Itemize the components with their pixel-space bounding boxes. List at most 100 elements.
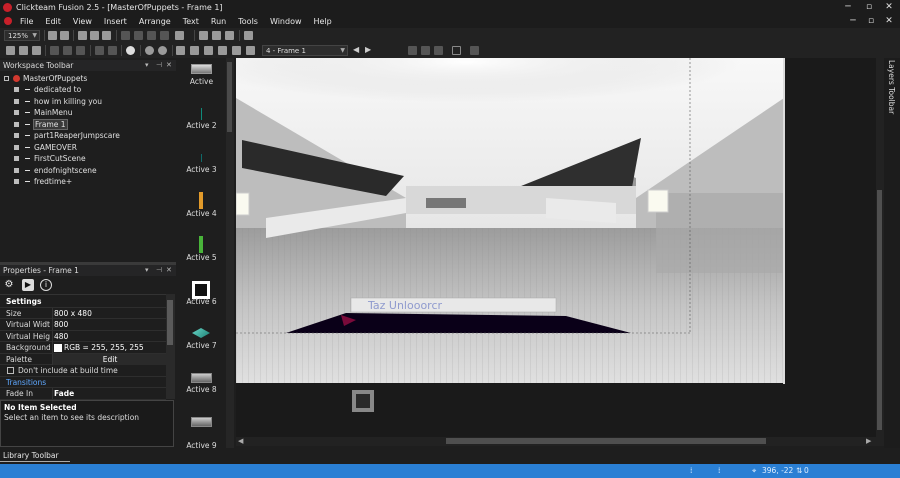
property-row[interactable]: Palette Edit xyxy=(0,353,166,365)
property-row[interactable]: Virtual Height480 xyxy=(0,330,166,342)
dropdown-icon[interactable]: ▾ xyxy=(145,265,149,276)
layers-toolbar-tab[interactable]: Layers Toolbar xyxy=(884,58,900,448)
save-icon[interactable] xyxy=(32,46,41,55)
frame-editor-icon[interactable] xyxy=(190,46,199,55)
vertical-scroll-thumb[interactable] xyxy=(877,190,882,430)
expand-icon[interactable] xyxy=(14,179,19,184)
gear-icon[interactable]: ⚙ xyxy=(3,279,15,291)
align-right-icon[interactable] xyxy=(225,31,234,40)
undo-icon[interactable] xyxy=(95,46,104,55)
expand-icon[interactable] xyxy=(14,110,19,115)
property-row[interactable]: Fade In Fade xyxy=(0,388,166,400)
property-row[interactable]: Virtual Width 800 xyxy=(0,319,166,331)
info-icon[interactable]: i xyxy=(40,279,52,291)
font-icon[interactable] xyxy=(160,31,169,40)
tree-item-frame[interactable]: MainMenu xyxy=(0,107,176,118)
tree-item-frame[interactable]: FirstCutScene xyxy=(0,153,176,164)
properties-scroll-thumb[interactable] xyxy=(167,300,173,345)
bold-icon[interactable] xyxy=(121,31,130,40)
layout-4-icon[interactable] xyxy=(452,46,461,55)
menu-text[interactable]: Text xyxy=(177,17,205,26)
palette-item[interactable]: Active 7 xyxy=(179,322,224,366)
expand-icon[interactable] xyxy=(14,167,19,173)
expand-icon[interactable] xyxy=(14,144,19,150)
layout-3-icon[interactable] xyxy=(434,46,443,55)
frame-select[interactable]: 4 - Frame 1 ▼ xyxy=(262,45,348,56)
new-file-icon[interactable] xyxy=(6,46,15,55)
prev-frame-icon[interactable]: ◀ xyxy=(353,45,359,54)
horizontal-scroll-thumb[interactable] xyxy=(446,438,766,444)
expand-icon[interactable] xyxy=(14,121,19,127)
property-row[interactable]: Size 800 x 480 xyxy=(0,307,166,319)
align-icon[interactable] xyxy=(175,31,184,40)
snap-icon[interactable] xyxy=(90,31,99,40)
align-center-icon[interactable] xyxy=(212,31,221,40)
menu-insert[interactable]: Insert xyxy=(98,17,133,26)
tree-item-frame[interactable]: part1ReaperJumpscare xyxy=(0,130,176,141)
minimize-button[interactable]: ─ xyxy=(837,0,859,14)
expand-icon[interactable] xyxy=(14,87,19,92)
maximize-button[interactable]: ▫ xyxy=(858,0,880,14)
data-elements-icon[interactable] xyxy=(232,46,241,55)
storyboard-icon[interactable] xyxy=(176,46,185,55)
palette-item[interactable]: Active 5 xyxy=(179,234,224,278)
palette-item[interactable]: Active 4 xyxy=(179,190,224,234)
palette-item[interactable]: Active 6 xyxy=(179,278,224,322)
scroll-left-icon[interactable]: ◀ xyxy=(238,437,243,445)
palette-item[interactable]: Active 9 xyxy=(179,410,224,454)
menu-run[interactable]: Run xyxy=(205,17,232,26)
menu-tools[interactable]: Tools xyxy=(232,17,264,26)
menu-arrange[interactable]: Arrange xyxy=(133,17,177,26)
close-button[interactable]: ✕ xyxy=(878,0,900,14)
pin-icon[interactable]: ⊣ xyxy=(156,60,162,71)
tree-item-frame[interactable]: endofnightscene xyxy=(0,165,176,176)
tree-item-frame[interactable]: GAMEOVER xyxy=(0,142,176,153)
tree-item-frame-selected[interactable]: Frame 1 xyxy=(0,118,176,130)
collapse-icon[interactable] xyxy=(4,76,9,81)
open-folder-icon[interactable] xyxy=(19,46,28,55)
redo-icon[interactable] xyxy=(108,46,117,55)
cut-icon[interactable] xyxy=(50,46,59,55)
underline-icon[interactable] xyxy=(147,31,156,40)
menu-edit[interactable]: Edit xyxy=(39,17,67,26)
dropdown-icon[interactable]: ▾ xyxy=(145,60,149,71)
help-icon[interactable] xyxy=(126,46,135,55)
run-frame-icon[interactable]: ▶ xyxy=(22,279,34,291)
offframe-object[interactable] xyxy=(352,390,374,412)
menu-view[interactable]: View xyxy=(67,17,98,26)
color-swatch[interactable] xyxy=(54,344,62,352)
pin-icon[interactable]: ⊣ xyxy=(156,265,162,276)
search-icon[interactable] xyxy=(244,31,253,40)
mdi-close-button[interactable]: ✕ xyxy=(878,14,900,28)
grid-icon[interactable] xyxy=(78,31,87,40)
copy-icon[interactable] xyxy=(63,46,72,55)
frame-editor[interactable]: Taz Unlooorcr xyxy=(236,58,876,437)
layout-1-icon[interactable] xyxy=(408,46,417,55)
properties-icon[interactable] xyxy=(246,46,255,55)
scroll-right-icon[interactable]: ▶ xyxy=(866,437,871,445)
palette-item[interactable]: Active 8 xyxy=(179,366,224,410)
palette-edit-button[interactable]: Edit xyxy=(52,353,166,365)
layout-5-icon[interactable] xyxy=(470,46,479,55)
pencil-icon[interactable] xyxy=(48,31,57,40)
tree-item-frame[interactable]: dedicated to xyxy=(0,84,176,95)
property-row[interactable]: Background c RGB = 255, 255, 255 xyxy=(0,342,166,354)
back-icon[interactable] xyxy=(145,46,154,55)
italic-icon[interactable] xyxy=(134,31,143,40)
forward-icon[interactable] xyxy=(158,46,167,55)
palette-item[interactable]: Active 3 xyxy=(179,146,224,190)
close-panel-icon[interactable]: ✕ xyxy=(166,265,172,276)
wand-icon[interactable] xyxy=(102,31,111,40)
expand-icon[interactable] xyxy=(14,98,19,104)
library-toolbar-tab[interactable]: Library Toolbar xyxy=(0,450,70,462)
paste-icon[interactable] xyxy=(76,46,85,55)
expand-icon[interactable] xyxy=(14,133,19,138)
palette-item[interactable]: Active xyxy=(179,58,224,102)
picker-icon[interactable] xyxy=(60,31,69,40)
next-frame-icon[interactable]: ▶ xyxy=(365,45,371,54)
menu-window[interactable]: Window xyxy=(264,17,308,26)
layout-2-icon[interactable] xyxy=(421,46,430,55)
tree-item-frame[interactable]: how im killing you xyxy=(0,96,176,107)
property-row-checkbox[interactable]: Don't include at build time xyxy=(0,365,166,377)
zoom-select[interactable]: 125% ▼ xyxy=(4,30,40,41)
